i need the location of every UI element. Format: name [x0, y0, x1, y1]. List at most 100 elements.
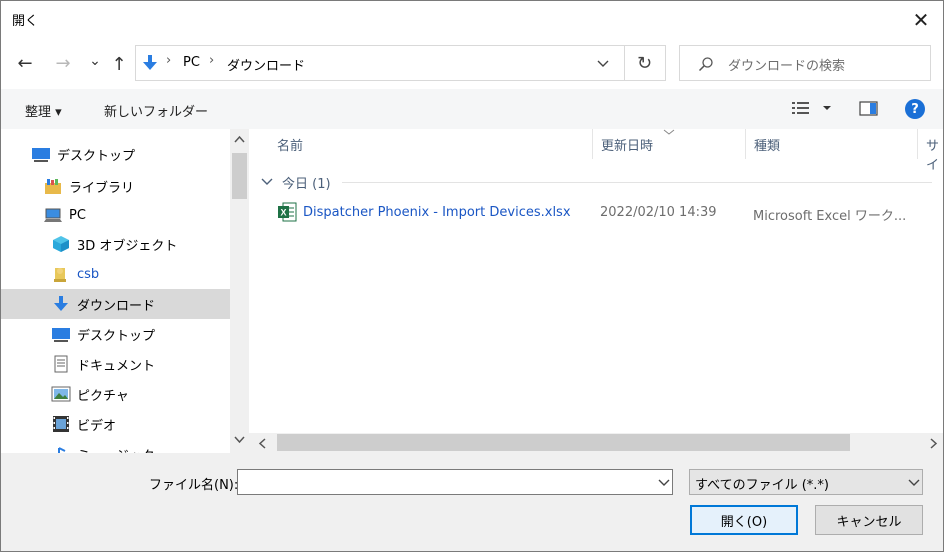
excel-file-icon: X — [278, 202, 297, 222]
title-bar: 開く ✕ — [1, 1, 943, 39]
document-icon — [54, 355, 68, 373]
navigation-pane: デスクトップ ライブラリ PC 3D オブジェクト csb ダウンロード デスク… — [1, 129, 249, 453]
close-button[interactable]: ✕ — [899, 1, 943, 39]
group-label: 今日 (1) — [282, 176, 331, 192]
group-header-today[interactable]: 今日 (1) — [261, 172, 331, 192]
back-arrow-icon: ← — [17, 52, 33, 74]
user-folder-icon — [54, 268, 66, 282]
tree-item-label: PC — [69, 207, 86, 223]
list-scroll-thumb[interactable] — [277, 434, 850, 451]
tree-item-documents[interactable]: ドキュメント — [51, 349, 231, 379]
scroll-right-icon[interactable] — [930, 438, 938, 449]
filename-input[interactable] — [241, 472, 651, 492]
tree-item-label: ドキュメント — [77, 358, 156, 374]
video-icon — [53, 416, 69, 432]
svg-text:X: X — [280, 208, 286, 218]
tree-item-pictures[interactable]: ピクチャ — [51, 379, 231, 409]
pc-icon — [44, 208, 62, 222]
refresh-icon: ↻ — [636, 52, 653, 74]
address-bar[interactable]: › PC › ダウンロード — [135, 45, 625, 81]
filetype-value: すべてのファイル (*.*) — [695, 478, 829, 493]
group-divider — [342, 182, 932, 183]
tree-item-label: csb — [77, 266, 100, 282]
tree-item-pc[interactable]: PC — [43, 200, 233, 230]
tree-item-videos[interactable]: ビデオ — [51, 409, 231, 439]
tree-item-downloads[interactable]: ダウンロード — [1, 289, 230, 319]
file-row[interactable]: X Dispatcher Phoenix - Import Devices.xl… — [277, 199, 937, 227]
cancel-button[interactable]: キャンセル — [815, 505, 923, 535]
organize-button[interactable]: 整理 ▾ — [25, 101, 62, 120]
forward-arrow-icon: → — [55, 52, 71, 74]
back-button[interactable]: ← — [13, 51, 37, 75]
tree-item-label: ピクチャ — [77, 388, 129, 404]
music-icon — [58, 447, 66, 453]
sort-indicator-icon — [663, 129, 675, 135]
tree-item-label: ライブラリ — [69, 180, 135, 196]
chevron-down-icon: ⌄ — [89, 53, 101, 69]
tree-item-desktop[interactable]: デスクトップ — [31, 139, 231, 169]
navigation-bar: ← → ⌄ ↑ › PC › ダウンロード ↻ ダウンロードの検索 — [1, 39, 943, 89]
column-divider[interactable] — [745, 129, 746, 159]
desktop-icon — [32, 148, 50, 162]
refresh-button[interactable]: ↻ — [624, 45, 666, 81]
column-header-type[interactable]: 種類 — [754, 135, 780, 154]
scroll-up-icon[interactable] — [234, 135, 245, 143]
file-list: 名前 更新日時 種類 サイ 今日 (1) X Dispatcher Phoeni… — [249, 129, 943, 433]
scroll-down-icon[interactable] — [234, 436, 245, 444]
close-icon: ✕ — [912, 8, 930, 32]
file-name: Dispatcher Phoenix - Import Devices.xlsx — [303, 205, 571, 220]
filetype-select[interactable]: すべてのファイル (*.*) — [689, 469, 923, 495]
breadcrumb-pc[interactable]: PC — [183, 55, 200, 70]
up-arrow-icon: ↑ — [111, 53, 127, 75]
dialog-footer — [1, 453, 943, 551]
column-header-modified[interactable]: 更新日時 — [601, 135, 653, 154]
tree-item-label: デスクトップ — [57, 148, 136, 164]
3d-objects-icon — [53, 236, 69, 252]
view-options-icon[interactable] — [791, 100, 831, 116]
breadcrumb-downloads[interactable]: ダウンロード — [227, 55, 305, 74]
new-folder-button[interactable]: 新しいフォルダー — [104, 101, 208, 120]
open-button[interactable]: 開く(O) — [690, 505, 798, 535]
search-icon — [698, 57, 713, 72]
desktop-icon — [52, 328, 70, 342]
file-modified: 2022/02/10 14:39 — [600, 205, 717, 220]
chevron-down-icon — [261, 178, 273, 185]
download-folder-icon — [143, 55, 157, 70]
open-file-dialog: 開く ✕ ← → ⌄ ↑ › PC › ダウンロード ↻ ダウンロードの検索 整… — [0, 0, 944, 552]
preview-pane-icon[interactable] — [859, 101, 879, 117]
library-icon — [45, 179, 61, 194]
tree-item-csb[interactable]: csb — [51, 259, 231, 289]
tree-item-label: 3D オブジェクト — [77, 238, 178, 254]
tree-item-music[interactable]: ミュージック — [51, 439, 231, 453]
breadcrumb-separator: › — [166, 53, 172, 68]
pictures-icon — [51, 386, 71, 402]
download-icon — [54, 296, 68, 311]
search-placeholder: ダウンロードの検索 — [728, 59, 846, 74]
scroll-left-icon[interactable] — [258, 438, 266, 449]
tree-item-library[interactable]: ライブラリ — [43, 171, 233, 201]
open-button-label: 開く(O) — [720, 514, 768, 530]
help-button[interactable]: ? — [905, 99, 925, 119]
chevron-down-icon[interactable] — [658, 479, 670, 487]
tree-item-desktop-pc[interactable]: デスクトップ — [51, 319, 231, 349]
filename-combobox[interactable] — [237, 469, 673, 495]
cancel-button-label: キャンセル — [836, 514, 902, 530]
recent-locations-button[interactable]: ⌄ — [83, 49, 107, 73]
forward-button[interactable]: → — [51, 51, 75, 75]
up-button[interactable]: ↑ — [107, 52, 131, 76]
help-icon: ? — [911, 101, 919, 117]
command-toolbar: 整理 ▾ 新しいフォルダー ? — [1, 89, 943, 129]
search-box[interactable]: ダウンロードの検索 — [679, 45, 931, 81]
tree-scroll-thumb[interactable] — [232, 153, 247, 199]
column-divider[interactable] — [917, 129, 918, 159]
tree-item-label: デスクトップ — [77, 328, 156, 344]
dialog-title: 開く — [12, 14, 39, 29]
column-divider[interactable] — [592, 129, 593, 159]
tree-item-3d-objects[interactable]: 3D オブジェクト — [51, 229, 231, 259]
file-type: Microsoft Excel ワーク... — [753, 209, 907, 224]
breadcrumb-separator: › — [209, 53, 215, 68]
column-header-size[interactable]: サイ — [926, 135, 943, 173]
address-dropdown-icon[interactable] — [597, 59, 609, 69]
column-header-name[interactable]: 名前 — [277, 135, 303, 154]
chevron-down-icon — [908, 479, 920, 486]
